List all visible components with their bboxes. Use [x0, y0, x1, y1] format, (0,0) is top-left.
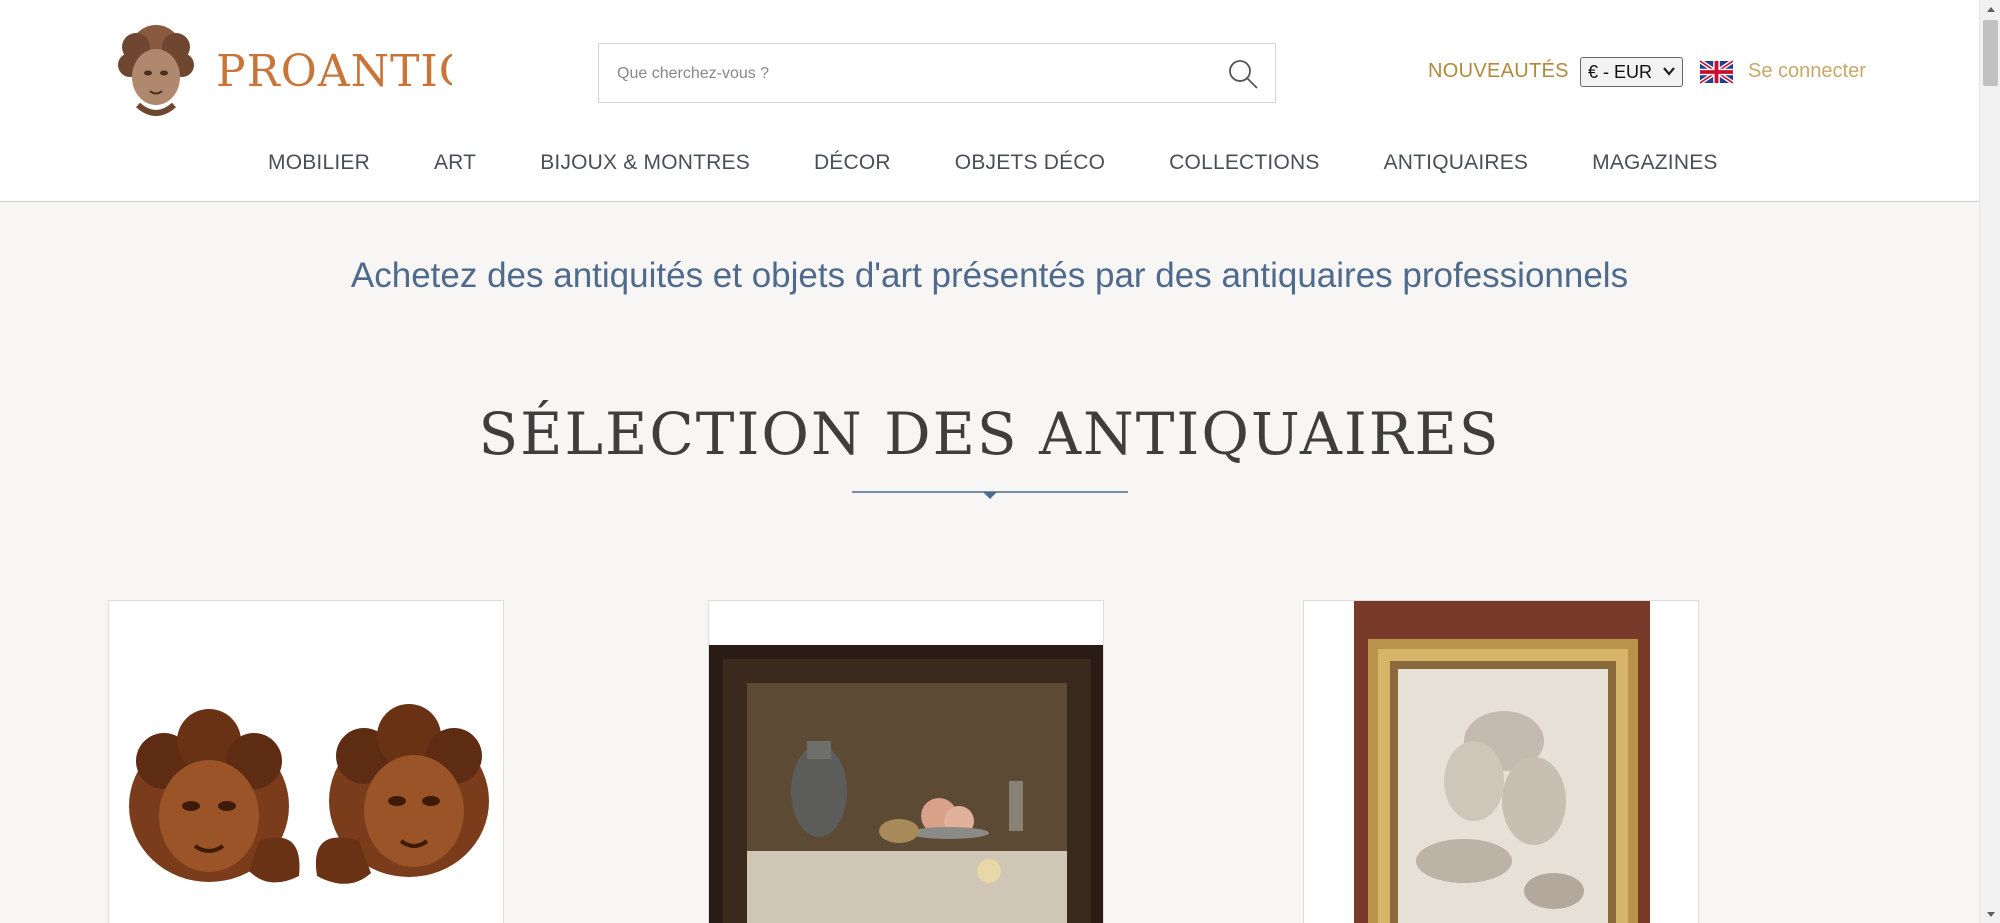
scrollbar-thumb[interactable] [1983, 20, 1998, 86]
chevron-down-icon [1663, 67, 1675, 76]
page: PROANTIC NOUVEAUTÉS € - EUR [0, 0, 1979, 923]
scroll-up-arrow[interactable] [1980, 0, 2000, 17]
search-button[interactable] [1225, 56, 1261, 92]
product-image-drawing [1304, 601, 1698, 923]
product-image-still-life [709, 601, 1103, 923]
product-grid [108, 600, 1849, 923]
nav-item-art[interactable]: ART [434, 151, 476, 175]
search-input[interactable] [617, 54, 1197, 94]
title-divider [852, 491, 1128, 499]
product-image-cherubs [109, 601, 503, 923]
product-card-cherubs[interactable] [108, 600, 504, 923]
scroll-down-arrow[interactable] [1980, 906, 2000, 923]
nav-item-objets-deco[interactable]: OBJETS DÉCO [955, 151, 1105, 175]
vertical-scrollbar[interactable] [1979, 0, 2000, 923]
nav-item-magazines[interactable]: MAGAZINES [1592, 151, 1717, 175]
logo[interactable]: PROANTIC [108, 20, 456, 122]
section-title: SÉLECTION DES ANTIQUAIRES [478, 400, 1501, 468]
logo-cherub-icon [118, 25, 194, 116]
nouveautes-link[interactable]: NOUVEAUTÉS [1428, 60, 1569, 83]
search-icon [1229, 60, 1258, 89]
nav-item-antiquaires[interactable]: ANTIQUAIRES [1384, 151, 1529, 175]
main-nav: MOBILIER ART BIJOUX & MONTRES DÉCOR OBJE… [108, 124, 1849, 202]
site-header: PROANTIC NOUVEAUTÉS € - EUR [0, 0, 1979, 202]
currency-value: € - EUR [1588, 61, 1653, 82]
logo-text: PROANTIC [216, 45, 452, 97]
product-card-still-life[interactable] [708, 600, 1104, 923]
product-card-drawing[interactable] [1303, 600, 1699, 923]
uk-flag-icon[interactable] [1700, 60, 1733, 84]
tagline: Achetez des antiquités et objets d'art p… [350, 256, 1629, 295]
nav-item-mobilier[interactable]: MOBILIER [268, 151, 370, 175]
currency-select[interactable]: € - EUR [1580, 57, 1683, 87]
nav-item-collections[interactable]: COLLECTIONS [1169, 151, 1319, 175]
caret-up-icon [1986, 6, 1995, 12]
search-bar [598, 43, 1276, 103]
login-link[interactable]: Se connecter [1748, 60, 1866, 83]
nav-item-decor[interactable]: DÉCOR [814, 151, 891, 175]
nav-item-bijoux-montres[interactable]: BIJOUX & MONTRES [540, 151, 750, 175]
caret-down-icon [1986, 911, 1995, 917]
